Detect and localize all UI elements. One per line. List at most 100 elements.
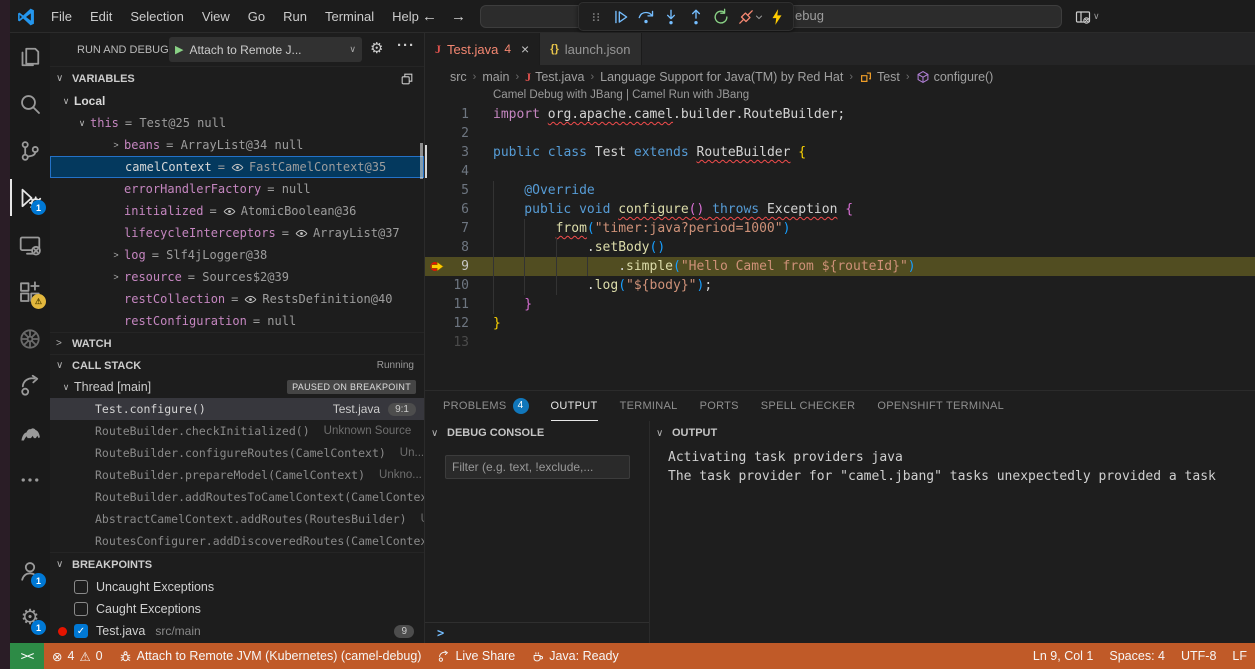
debug-console-filter-input[interactable] — [445, 455, 630, 479]
variable-row[interactable]: >resource= Sources$2@39 — [50, 266, 424, 288]
menu-edit[interactable]: Edit — [81, 5, 121, 29]
breadcrumb-item[interactable]: JTest.java — [525, 70, 584, 85]
breakpoint-row[interactable]: Caught Exceptions — [50, 598, 424, 620]
lightning-icon[interactable] — [764, 4, 789, 29]
chevron-right-icon[interactable]: > — [108, 272, 124, 282]
menu-terminal[interactable]: Terminal — [316, 5, 383, 29]
panel-tab-output[interactable]: OUTPUT — [551, 391, 598, 421]
breakpoints-section-header[interactable]: ∨ BREAKPOINTS — [50, 552, 424, 576]
status-ln[interactable]: Ln 9, Col 1 — [1025, 643, 1101, 669]
debug-step-out-icon[interactable] — [683, 4, 708, 29]
code-area[interactable]: 1import org.apache.camel.builder.RouteBu… — [425, 105, 1255, 352]
breakpoint-checkbox[interactable] — [74, 602, 88, 616]
nav-forward-arrow[interactable]: → — [451, 8, 466, 25]
breakpoint-row[interactable]: Uncaught Exceptions — [50, 576, 424, 598]
debug-step-over-icon[interactable] — [633, 4, 658, 29]
variable-row[interactable]: lifecycleInterceptors=ArrayList@37 — [50, 222, 424, 244]
status-utf-8[interactable]: UTF-8 — [1173, 643, 1224, 669]
start-debug-icon[interactable]: ▶ — [175, 43, 183, 56]
chevron-right-icon[interactable]: > — [108, 250, 124, 260]
breakpoint-checkbox[interactable]: ✓ — [74, 624, 88, 638]
variable-row[interactable]: >log= Slf4jLogger@38 — [50, 244, 424, 266]
breakpoint-row[interactable]: ✓Test.javasrc/main9 — [50, 620, 424, 642]
extensions-icon[interactable]: ⚠ — [10, 268, 50, 315]
breadcrumb-item[interactable]: Test — [859, 70, 900, 84]
output-header[interactable]: ∨ OUTPUT — [650, 421, 1255, 445]
debug-console-input-row[interactable]: > — [425, 622, 649, 643]
chevron-down-icon[interactable] — [754, 12, 764, 22]
tab-launch-json[interactable]: {}launch.json — [540, 33, 641, 65]
collapse-all-icon[interactable] — [400, 72, 414, 86]
variables-section-header[interactable]: ∨ VARIABLES — [50, 66, 424, 90]
customize-layout-icon[interactable] — [1075, 9, 1091, 25]
stack-frame-row[interactable]: RouteBuilder.prepareModel(CamelContext)U… — [50, 464, 424, 486]
chevron-down-icon[interactable]: ∨ — [74, 118, 90, 129]
panel-tab-terminal[interactable]: TERMINAL — [620, 391, 678, 421]
stack-frame-row[interactable]: RouteBuilder.checkInitialized()Unknown S… — [50, 420, 424, 442]
remote-explorer-icon[interactable] — [10, 221, 50, 268]
debug-console-header[interactable]: ∨ DEBUG CONSOLE — [425, 421, 649, 445]
more-actions-icon[interactable]: ··· — [397, 37, 415, 54]
menu-go[interactable]: Go — [239, 5, 274, 29]
panel-tab-problems[interactable]: PROBLEMS4 — [443, 391, 529, 421]
panel-tab-openshift-terminal[interactable]: OPENSHIFT TERMINAL — [877, 391, 1004, 421]
gear-icon[interactable]: ⚙ — [370, 39, 383, 57]
run-and-debug-icon[interactable]: 1 — [10, 174, 50, 221]
variable-row[interactable]: ∨Local — [50, 90, 424, 112]
eye-icon[interactable] — [295, 227, 308, 240]
sash-indicator[interactable] — [425, 145, 427, 178]
thread-row[interactable]: ∨ Thread [main] PAUSED ON BREAKPOINT — [50, 376, 424, 398]
codelens-actions[interactable]: Camel Debug with JBang | Camel Run with … — [425, 89, 1255, 105]
stack-frame-row[interactable]: RoutesConfigurer.addDiscoveredRoutes(Cam… — [50, 530, 424, 552]
debug-target-status[interactable]: Attach to Remote JVM (Kubernetes) (camel… — [111, 643, 430, 669]
menu-file[interactable]: File — [42, 5, 81, 29]
call-stack-section-header[interactable]: ∨ CALL STACK Running — [50, 354, 424, 376]
stack-frame-row[interactable]: RouteBuilder.addRoutesToCamelContext(Cam… — [50, 486, 424, 508]
variable-row[interactable]: ∨this= Test@25 null — [50, 112, 424, 134]
layout-controls[interactable]: ∨ — [1075, 0, 1100, 33]
variable-row[interactable]: initialized=AtomicBoolean@36 — [50, 200, 424, 222]
status-lf[interactable]: LF — [1224, 643, 1255, 669]
account-icon[interactable]: 1 — [10, 547, 50, 594]
breadcrumb-item[interactable]: main — [482, 70, 509, 84]
camel-icon[interactable] — [10, 409, 50, 456]
drag-grip-icon[interactable] — [583, 4, 608, 29]
remote-indicator[interactable]: >< — [10, 643, 44, 669]
eye-icon[interactable] — [244, 293, 257, 306]
status-spaces[interactable]: Spaces: 4 — [1101, 643, 1173, 669]
variable-row[interactable]: >beans= ArrayList@34 null — [50, 134, 424, 156]
menu-view[interactable]: View — [193, 5, 239, 29]
live-share-icon[interactable] — [10, 362, 50, 409]
close-icon[interactable]: × — [521, 41, 529, 57]
java-status[interactable]: Java: Ready — [523, 643, 626, 669]
watch-section-header[interactable]: > WATCH — [50, 332, 424, 354]
debug-step-into-icon[interactable] — [658, 4, 683, 29]
settings-gear-icon[interactable]: ⚙1 — [10, 594, 50, 641]
variable-row[interactable]: errorHandlerFactory= null — [50, 178, 424, 200]
nav-back-arrow[interactable]: ← — [422, 8, 437, 25]
chevron-right-icon[interactable]: > — [108, 140, 124, 150]
menu-selection[interactable]: Selection — [121, 5, 192, 29]
chevron-down-icon[interactable]: ∨ — [1093, 11, 1100, 22]
stack-frame-row[interactable]: AbstractCamelContext.addRoutes(RoutesBui… — [50, 508, 424, 530]
variable-row[interactable]: camelContext=FastCamelContext@35 — [50, 156, 424, 178]
breakpoint-checkbox[interactable] — [74, 580, 88, 594]
kubernetes-icon[interactable] — [10, 315, 50, 362]
variable-row[interactable]: restCollection=RestsDefinition@40 — [50, 288, 424, 310]
source-control-icon[interactable] — [10, 127, 50, 174]
panel-tab-spell-checker[interactable]: SPELL CHECKER — [761, 391, 856, 421]
eye-icon[interactable] — [223, 205, 236, 218]
breadcrumb-item[interactable]: Language Support for Java(TM) by Red Hat — [600, 70, 843, 84]
live-share-status[interactable]: Live Share — [429, 643, 523, 669]
tab-test-java[interactable]: JTest.java4× — [425, 33, 540, 65]
breadcrumb-item[interactable]: configure() — [916, 70, 994, 84]
breakpoint-current-line-icon[interactable] — [429, 258, 446, 275]
problems-status[interactable]: ⊗ 4 ⚠ 0 — [44, 643, 111, 669]
eye-icon[interactable] — [231, 161, 244, 174]
debug-continue-icon[interactable] — [608, 4, 633, 29]
files-icon[interactable] — [10, 33, 50, 80]
chevron-down-icon[interactable]: ∨ — [58, 96, 74, 107]
panel-tab-ports[interactable]: PORTS — [700, 391, 739, 421]
menu-run[interactable]: Run — [274, 5, 316, 29]
stack-frame-row[interactable]: RouteBuilder.configureRoutes(CamelContex… — [50, 442, 424, 464]
